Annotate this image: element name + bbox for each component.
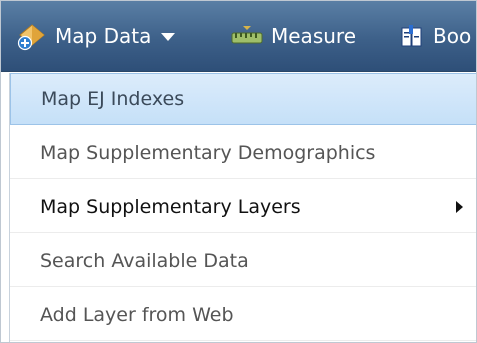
map-data-label: Map Data	[55, 24, 152, 48]
menu-item-map-ej-indexes[interactable]: Map EJ Indexes	[10, 73, 476, 125]
chevron-right-icon	[456, 201, 463, 213]
ruler-icon	[231, 24, 263, 48]
map-data-button[interactable]: Map Data	[17, 1, 176, 71]
bookmark-label: Boo	[433, 24, 472, 48]
menu-item-label: Map Supplementary Layers	[40, 195, 301, 218]
toolbar: Map Data Measure Boo	[1, 1, 476, 72]
menu-item-map-supplementary-layers[interactable]: Map Supplementary Layers	[10, 181, 476, 233]
menu-item-map-supplementary-demographics[interactable]: Map Supplementary Demographics	[10, 127, 476, 179]
map-data-icon	[17, 21, 47, 51]
menu-item-label: Search Available Data	[40, 249, 249, 272]
measure-label: Measure	[271, 24, 356, 48]
chevron-down-icon	[161, 33, 176, 41]
measure-button[interactable]: Measure	[231, 1, 356, 71]
menu-item-label: Map Supplementary Demographics	[40, 141, 376, 164]
map-data-dropdown-menu: Map EJ Indexes Map Supplementary Demogra…	[9, 73, 476, 342]
bookmark-icon	[399, 23, 425, 49]
menu-item-add-layer-from-web[interactable]: Add Layer from Web	[10, 289, 476, 341]
dropdown-window: Map Data Measure Boo Map EJ Indexes Map …	[0, 0, 477, 343]
bookmark-button[interactable]: Boo	[399, 1, 471, 71]
menu-item-label: Map EJ Indexes	[41, 88, 185, 110]
menu-item-search-available-data[interactable]: Search Available Data	[10, 235, 476, 287]
menu-item-label: Add Layer from Web	[40, 303, 234, 326]
